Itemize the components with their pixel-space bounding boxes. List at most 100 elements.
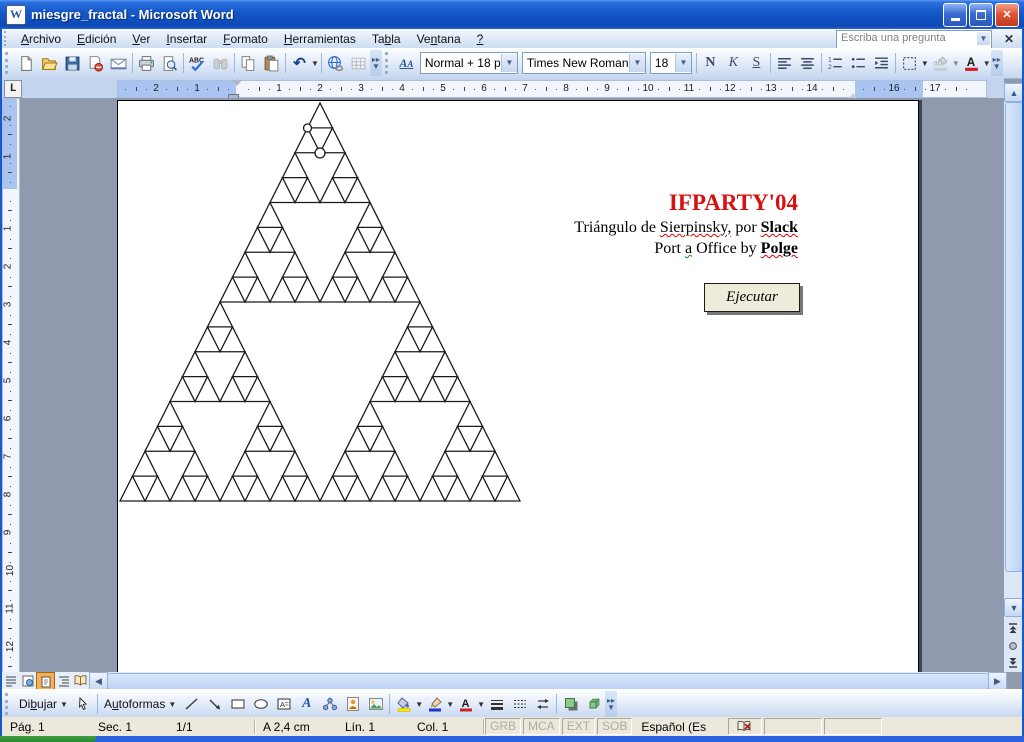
new-document-button[interactable] xyxy=(15,52,38,74)
menu-item-ventana[interactable]: Ventana xyxy=(409,30,469,48)
reading-layout-view-button[interactable] xyxy=(72,672,89,689)
fill-color-button[interactable] xyxy=(392,693,415,715)
menu-item-edicion[interactable]: Edición xyxy=(69,30,124,48)
menu-item-tabla[interactable]: Tabla xyxy=(364,30,409,48)
select-objects-button[interactable] xyxy=(72,693,95,715)
menu-item-insertar[interactable]: Insertar xyxy=(158,30,215,48)
highlight-button[interactable]: ab xyxy=(929,52,952,74)
font-size-dropdown-icon[interactable]: ▼ xyxy=(675,54,691,72)
outline-view-button[interactable] xyxy=(55,672,72,689)
sierpinski-triangle-drawing[interactable] xyxy=(118,101,528,507)
status-toggle-sob[interactable]: SOB xyxy=(597,718,632,735)
tab-selector[interactable]: L xyxy=(4,80,22,98)
menu-item-archivo[interactable]: Archivo xyxy=(13,30,69,48)
previous-page-icon[interactable] xyxy=(1004,620,1022,637)
style-dropdown-icon[interactable]: ▼ xyxy=(501,54,517,72)
normal-view-button[interactable] xyxy=(2,672,19,689)
vertical-ruler[interactable]: 21123456789101112 xyxy=(2,98,20,674)
print-button[interactable] xyxy=(135,52,158,74)
question-dropdown-icon[interactable]: ▼ xyxy=(977,32,990,45)
menubar-grip[interactable] xyxy=(4,31,11,46)
menu-item-formato[interactable]: Formato xyxy=(215,30,276,48)
undo-dropdown-icon[interactable]: ▼ xyxy=(311,59,319,68)
border-dropdown-icon[interactable]: ▼ xyxy=(921,59,929,68)
formatting-toolbar-grip[interactable] xyxy=(385,52,392,74)
start-button[interactable] xyxy=(0,736,96,742)
print-preview-button[interactable] xyxy=(158,52,181,74)
increase-indent-button[interactable] xyxy=(870,52,893,74)
autoformas-menu-button[interactable]: Autoformas▼ xyxy=(100,695,180,713)
drawing-toolbar-grip[interactable] xyxy=(5,693,12,715)
text-box-button[interactable]: A xyxy=(272,693,295,715)
menu-item-ver[interactable]: Ver xyxy=(124,30,158,48)
minimize-button[interactable] xyxy=(943,3,967,27)
spelling-status-icon[interactable] xyxy=(728,718,762,735)
rectangle-tool-button[interactable] xyxy=(226,693,249,715)
select-browse-object-icon[interactable] xyxy=(1004,637,1022,654)
ask-question-input[interactable]: Escriba una pregunta ▼ xyxy=(836,30,992,49)
document-text-block[interactable]: IFPARTY'04 Triángulo de Sierpinsky, por … xyxy=(378,189,798,259)
font-color-button[interactable]: A xyxy=(960,52,983,74)
italic-button[interactable]: K xyxy=(722,52,745,74)
arrow-style-button[interactable] xyxy=(531,693,554,715)
open-button[interactable] xyxy=(38,52,61,74)
close-button[interactable]: ✕ xyxy=(995,3,1019,27)
insert-table-button[interactable] xyxy=(347,52,370,74)
font-combobox[interactable]: Times New Roman ▼ xyxy=(522,52,646,74)
scroll-up-icon[interactable]: ▲ xyxy=(1004,83,1024,102)
web-layout-view-button[interactable] xyxy=(19,672,36,689)
align-center-button[interactable] xyxy=(796,52,819,74)
copy-button[interactable] xyxy=(237,52,260,74)
numbered-list-button[interactable]: 12 xyxy=(824,52,847,74)
bullet-list-button[interactable] xyxy=(847,52,870,74)
clip-art-button[interactable] xyxy=(341,693,364,715)
status-toggle-mca[interactable]: MCA xyxy=(523,718,560,735)
paste-button[interactable] xyxy=(260,52,283,74)
restore-button[interactable] xyxy=(969,3,993,27)
menu-item-ayuda[interactable]: ? xyxy=(469,30,492,48)
standard-toolbar-grip[interactable] xyxy=(5,52,12,74)
insert-picture-button[interactable] xyxy=(364,693,387,715)
wordart-button[interactable]: A xyxy=(295,693,318,715)
save-button[interactable] xyxy=(61,52,84,74)
ejecutar-button[interactable]: Ejecutar xyxy=(704,283,800,312)
bold-button[interactable]: N xyxy=(699,52,722,74)
standard-toolbar-options-icon[interactable]: ▸▸▼ xyxy=(370,50,382,76)
vertical-scroll-thumb[interactable] xyxy=(1005,102,1023,572)
align-left-button[interactable] xyxy=(773,52,796,74)
outside-border-button[interactable] xyxy=(898,52,921,74)
status-toggle-grb[interactable]: GRB xyxy=(485,718,521,735)
formatting-toolbar-options-icon[interactable]: ▸▸▼ xyxy=(991,50,1003,76)
horizontal-scrollbar[interactable]: ◀ ▶ xyxy=(2,672,1004,689)
document-page[interactable]: IFPARTY'04 Triángulo de Sierpinsky, por … xyxy=(117,100,919,673)
research-button[interactable] xyxy=(209,52,232,74)
arrow-tool-button[interactable] xyxy=(203,693,226,715)
shadow-style-button[interactable] xyxy=(559,693,582,715)
permission-button[interactable] xyxy=(84,52,107,74)
highlight-dropdown-icon[interactable]: ▼ xyxy=(952,59,960,68)
menubar-close-icon[interactable]: ✕ xyxy=(1004,32,1014,46)
fill-color-dropdown-icon[interactable]: ▼ xyxy=(415,700,423,709)
line-color-dropdown-icon[interactable]: ▼ xyxy=(446,700,454,709)
status-language[interactable]: Español (Es xyxy=(633,719,727,735)
font-dropdown-icon[interactable]: ▼ xyxy=(629,54,645,72)
vertical-scrollbar[interactable]: ▲ ▼ xyxy=(1004,83,1022,672)
drawing-toolbar-options-icon[interactable]: ▸▸▼ xyxy=(605,691,617,717)
styles-and-formatting-button[interactable]: AA xyxy=(395,52,418,74)
windows-taskbar[interactable] xyxy=(0,736,1024,742)
oval-tool-button[interactable] xyxy=(249,693,272,715)
draw-font-color-dropdown-icon[interactable]: ▼ xyxy=(477,700,485,709)
scroll-down-icon[interactable]: ▼ xyxy=(1004,598,1024,617)
style-combobox[interactable]: Normal + 18 pt, ▼ xyxy=(420,52,518,74)
threed-style-button[interactable] xyxy=(582,693,605,715)
status-toggle-ext[interactable]: EXT xyxy=(562,718,595,735)
undo-button[interactable]: ↶ xyxy=(288,52,311,74)
email-button[interactable] xyxy=(107,52,130,74)
underline-button[interactable]: S xyxy=(745,52,768,74)
line-style-button[interactable] xyxy=(485,693,508,715)
draw-font-color-button[interactable]: A xyxy=(454,693,477,715)
font-size-combobox[interactable]: 18 ▼ xyxy=(650,52,692,74)
diagram-button[interactable] xyxy=(318,693,341,715)
hyperlink-button[interactable] xyxy=(324,52,347,74)
horizontal-scroll-thumb[interactable] xyxy=(107,673,989,690)
